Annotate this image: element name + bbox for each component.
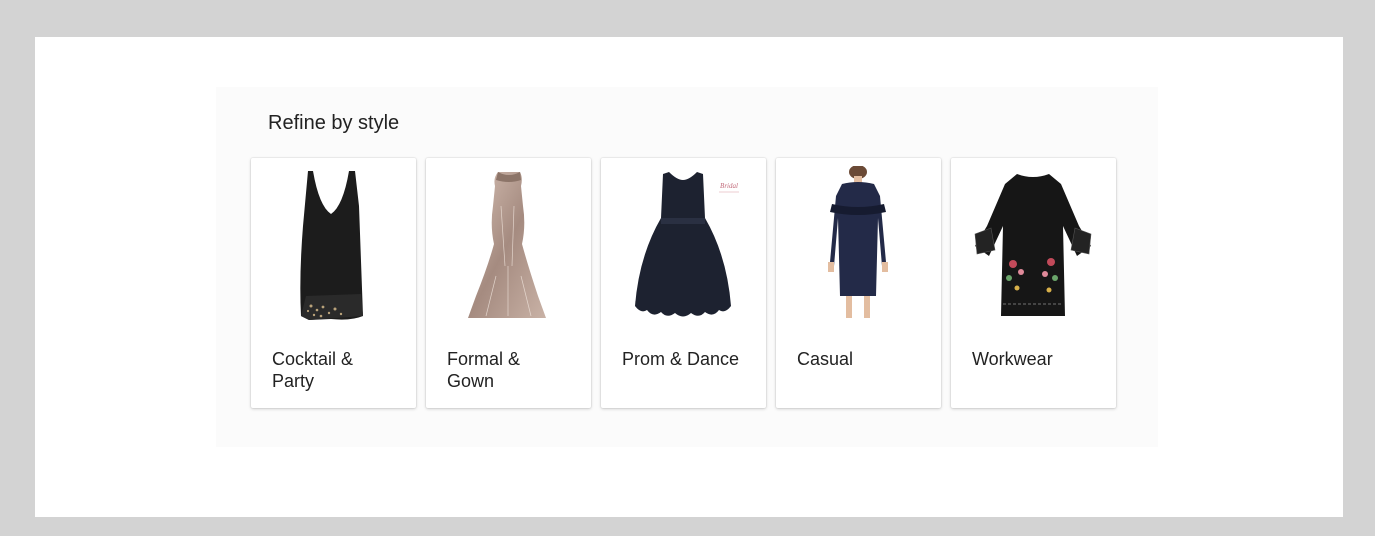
style-card-prom-dance[interactable]: Bridal Prom & Dance xyxy=(601,158,766,408)
style-cards: Cocktail & Party Formal & Gown Bridal Pr… xyxy=(251,158,1116,408)
style-card-casual[interactable]: Casual xyxy=(776,158,941,408)
sequin-mermaid-gown-image xyxy=(426,166,591,326)
black-sleeveless-dress-image xyxy=(251,166,416,326)
style-card-formal-gown[interactable]: Formal & Gown xyxy=(426,158,591,408)
style-card-label: Formal & Gown xyxy=(447,349,521,391)
style-card-label: Workwear xyxy=(972,349,1053,369)
style-card-label: Cocktail & Party xyxy=(272,349,354,391)
black-embroidered-bell-sleeve-dress-image xyxy=(951,166,1116,326)
navy-scalloped-dress-image: Bridal xyxy=(601,166,766,326)
style-card-label: Prom & Dance xyxy=(622,349,740,369)
style-card-label: Casual xyxy=(797,349,854,369)
style-card-workwear[interactable]: Workwear xyxy=(951,158,1116,408)
style-card-cocktail-party[interactable]: Cocktail & Party xyxy=(251,158,416,408)
refine-title: Refine by style xyxy=(268,112,400,134)
navy-ruffle-dress-model-image xyxy=(776,166,941,326)
svg-text:Bridal: Bridal xyxy=(720,182,738,190)
